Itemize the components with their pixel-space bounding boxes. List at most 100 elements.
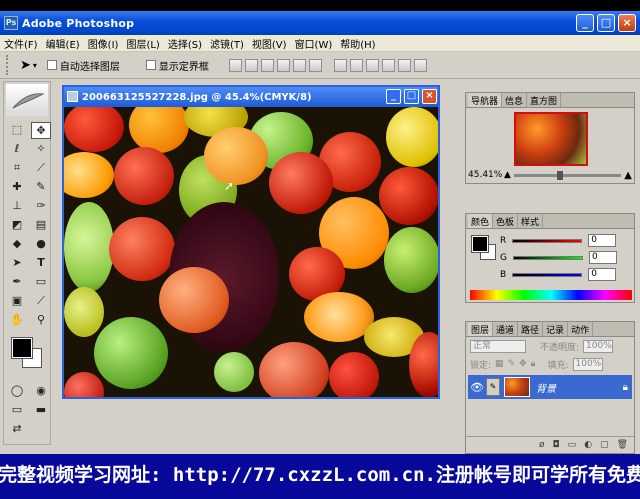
type-tool-icon[interactable]: T <box>31 255 51 272</box>
slice-tool-icon[interactable]: ⟋ <box>31 160 51 177</box>
color-swatches[interactable] <box>4 336 50 376</box>
dodge-tool-icon[interactable]: ● <box>31 236 51 253</box>
navigator-zoom-value[interactable]: 45.41% <box>468 170 504 180</box>
g-value-input[interactable]: 0 <box>588 251 617 264</box>
blend-mode-select[interactable]: 正常 <box>470 339 526 353</box>
tab-layers[interactable]: 图层 <box>468 322 494 336</box>
standard-mode-icon[interactable]: ◯ <box>7 383 27 400</box>
notes-tool-icon[interactable]: ▣ <box>7 293 27 310</box>
clone-stamp-tool-icon[interactable]: ⊥ <box>7 198 27 215</box>
history-brush-tool-icon[interactable]: ✑ <box>31 198 51 215</box>
blur-tool-icon[interactable]: ◆ <box>7 236 27 253</box>
screen-mode-standard-icon[interactable]: ▭ <box>7 402 27 419</box>
show-bounds-checkbox[interactable] <box>145 60 156 70</box>
trash-icon[interactable]: 🗑︎ <box>617 440 628 450</box>
tab-styles[interactable]: 样式 <box>518 214 544 228</box>
opacity-input[interactable]: 100% <box>583 339 614 353</box>
shape-tool-icon[interactable]: ▭ <box>31 274 51 291</box>
minimize-button[interactable]: _ <box>576 14 594 32</box>
zoom-slider[interactable] <box>513 170 622 180</box>
tab-history[interactable]: 记录 <box>543 322 569 336</box>
g-slider[interactable] <box>512 255 583 260</box>
align-vcenter-icon[interactable] <box>244 58 258 72</box>
adjustment-layer-icon[interactable]: ◐ <box>584 440 592 450</box>
eyedropper-tool-icon[interactable]: ⟋ <box>31 293 51 310</box>
close-button[interactable]: × <box>618 14 636 32</box>
tab-channels[interactable]: 通道 <box>493 322 519 336</box>
lock-image-icon[interactable]: ✎ <box>508 359 516 369</box>
menu-filter[interactable]: 滤镜(T) <box>210 36 244 51</box>
lock-all-icon[interactable]: 🔒︎ <box>531 359 536 369</box>
move-tool-icon[interactable]: ✥ <box>31 122 51 139</box>
b-value-input[interactable]: 0 <box>588 268 617 281</box>
eye-visibility-icon[interactable]: 👁︎ <box>468 381 486 394</box>
quick-mask-mode-icon[interactable]: ◉ <box>31 383 51 400</box>
menu-view[interactable]: 视图(V) <box>252 36 287 51</box>
align-left-icon[interactable] <box>276 58 290 72</box>
crop-tool-icon[interactable]: ⌗ <box>7 160 27 177</box>
screen-mode-full-icon[interactable]: ▬ <box>31 402 51 419</box>
zoom-out-icon[interactable]: ▲ <box>504 170 511 180</box>
menu-window[interactable]: 窗口(W) <box>295 36 333 51</box>
tab-navigator[interactable]: 导航器 <box>468 93 503 107</box>
document-close-button[interactable]: × <box>422 89 437 104</box>
distribute-bottom-icon[interactable] <box>365 58 379 72</box>
navigator-thumbnail[interactable] <box>514 112 588 166</box>
auto-select-checkbox[interactable] <box>46 60 57 70</box>
distribute-right-icon[interactable] <box>413 58 427 72</box>
color-panel-foreground[interactable] <box>471 235 489 253</box>
fill-input[interactable]: 100% <box>572 357 603 371</box>
zoom-tool-icon[interactable]: ⚲ <box>31 312 51 329</box>
brush-link-icon[interactable]: ✎ <box>486 378 500 396</box>
distribute-top-icon[interactable] <box>333 58 347 72</box>
tab-actions[interactable]: 动作 <box>568 322 594 336</box>
menu-select[interactable]: 选择(S) <box>168 36 202 51</box>
align-hcenter-icon[interactable] <box>292 58 306 72</box>
magic-wand-tool-icon[interactable]: ✧ <box>31 141 51 158</box>
lock-position-icon[interactable]: ✥ <box>519 359 527 369</box>
jump-to-imageready-icon[interactable]: ⇄ <box>7 421 27 438</box>
tab-paths[interactable]: 路径 <box>518 322 544 336</box>
layer-row-background[interactable]: 👁︎ ✎ 背景 🔒︎ <box>468 375 632 399</box>
hand-tool-icon[interactable]: ✋ <box>7 312 27 329</box>
lock-transparent-icon[interactable]: ▦ <box>495 359 504 369</box>
layer-set-icon[interactable]: ▭ <box>568 440 577 450</box>
healing-brush-tool-icon[interactable]: ✚ <box>7 179 27 196</box>
chevron-down-icon[interactable]: ▾ <box>33 61 37 70</box>
pen-tool-icon[interactable]: ✒ <box>7 274 27 291</box>
r-value-input[interactable]: 0 <box>588 234 617 247</box>
lasso-tool-icon[interactable]: ℓ <box>7 141 27 158</box>
marquee-tool-icon[interactable]: ⬚ <box>7 122 27 139</box>
document-minimize-button[interactable]: _ <box>386 89 401 104</box>
menu-image[interactable]: 图像(I) <box>88 36 119 51</box>
path-select-tool-icon[interactable]: ➤ <box>7 255 27 272</box>
menu-edit[interactable]: 编辑(E) <box>46 36 80 51</box>
tab-color[interactable]: 颜色 <box>468 214 494 228</box>
b-slider[interactable] <box>512 272 583 277</box>
distribute-hcenter-icon[interactable] <box>397 58 411 72</box>
tab-histogram[interactable]: 直方图 <box>527 93 562 107</box>
color-spectrum-bar[interactable] <box>470 290 632 300</box>
fruit-image-canvas[interactable]: ➚ <box>64 107 438 397</box>
eraser-tool-icon[interactable]: ◩ <box>7 217 27 234</box>
r-slider[interactable] <box>512 238 583 243</box>
gradient-tool-icon[interactable]: ▤ <box>31 217 51 234</box>
distribute-vcenter-icon[interactable] <box>349 58 363 72</box>
tab-info[interactable]: 信息 <box>502 93 528 107</box>
distribute-left-icon[interactable] <box>381 58 395 72</box>
layer-mask-icon[interactable]: ◘ <box>553 440 560 450</box>
tab-swatches[interactable]: 色板 <box>493 214 519 228</box>
menu-layer[interactable]: 图层(L) <box>126 36 159 51</box>
menu-file[interactable]: 文件(F) <box>4 36 38 51</box>
document-maximize-button[interactable]: □ <box>404 89 419 104</box>
layer-name[interactable]: 背景 <box>536 380 556 395</box>
zoom-in-icon[interactable]: ▲ <box>624 170 632 181</box>
brush-tool-icon[interactable]: ✎ <box>31 179 51 196</box>
new-layer-icon[interactable]: ▢ <box>600 440 609 450</box>
maximize-button[interactable]: □ <box>597 14 615 32</box>
menu-help[interactable]: 帮助(H) <box>340 36 375 51</box>
align-top-icon[interactable] <box>228 58 242 72</box>
align-right-icon[interactable] <box>308 58 322 72</box>
align-bottom-icon[interactable] <box>260 58 274 72</box>
layer-style-icon[interactable]: ø <box>539 440 545 450</box>
